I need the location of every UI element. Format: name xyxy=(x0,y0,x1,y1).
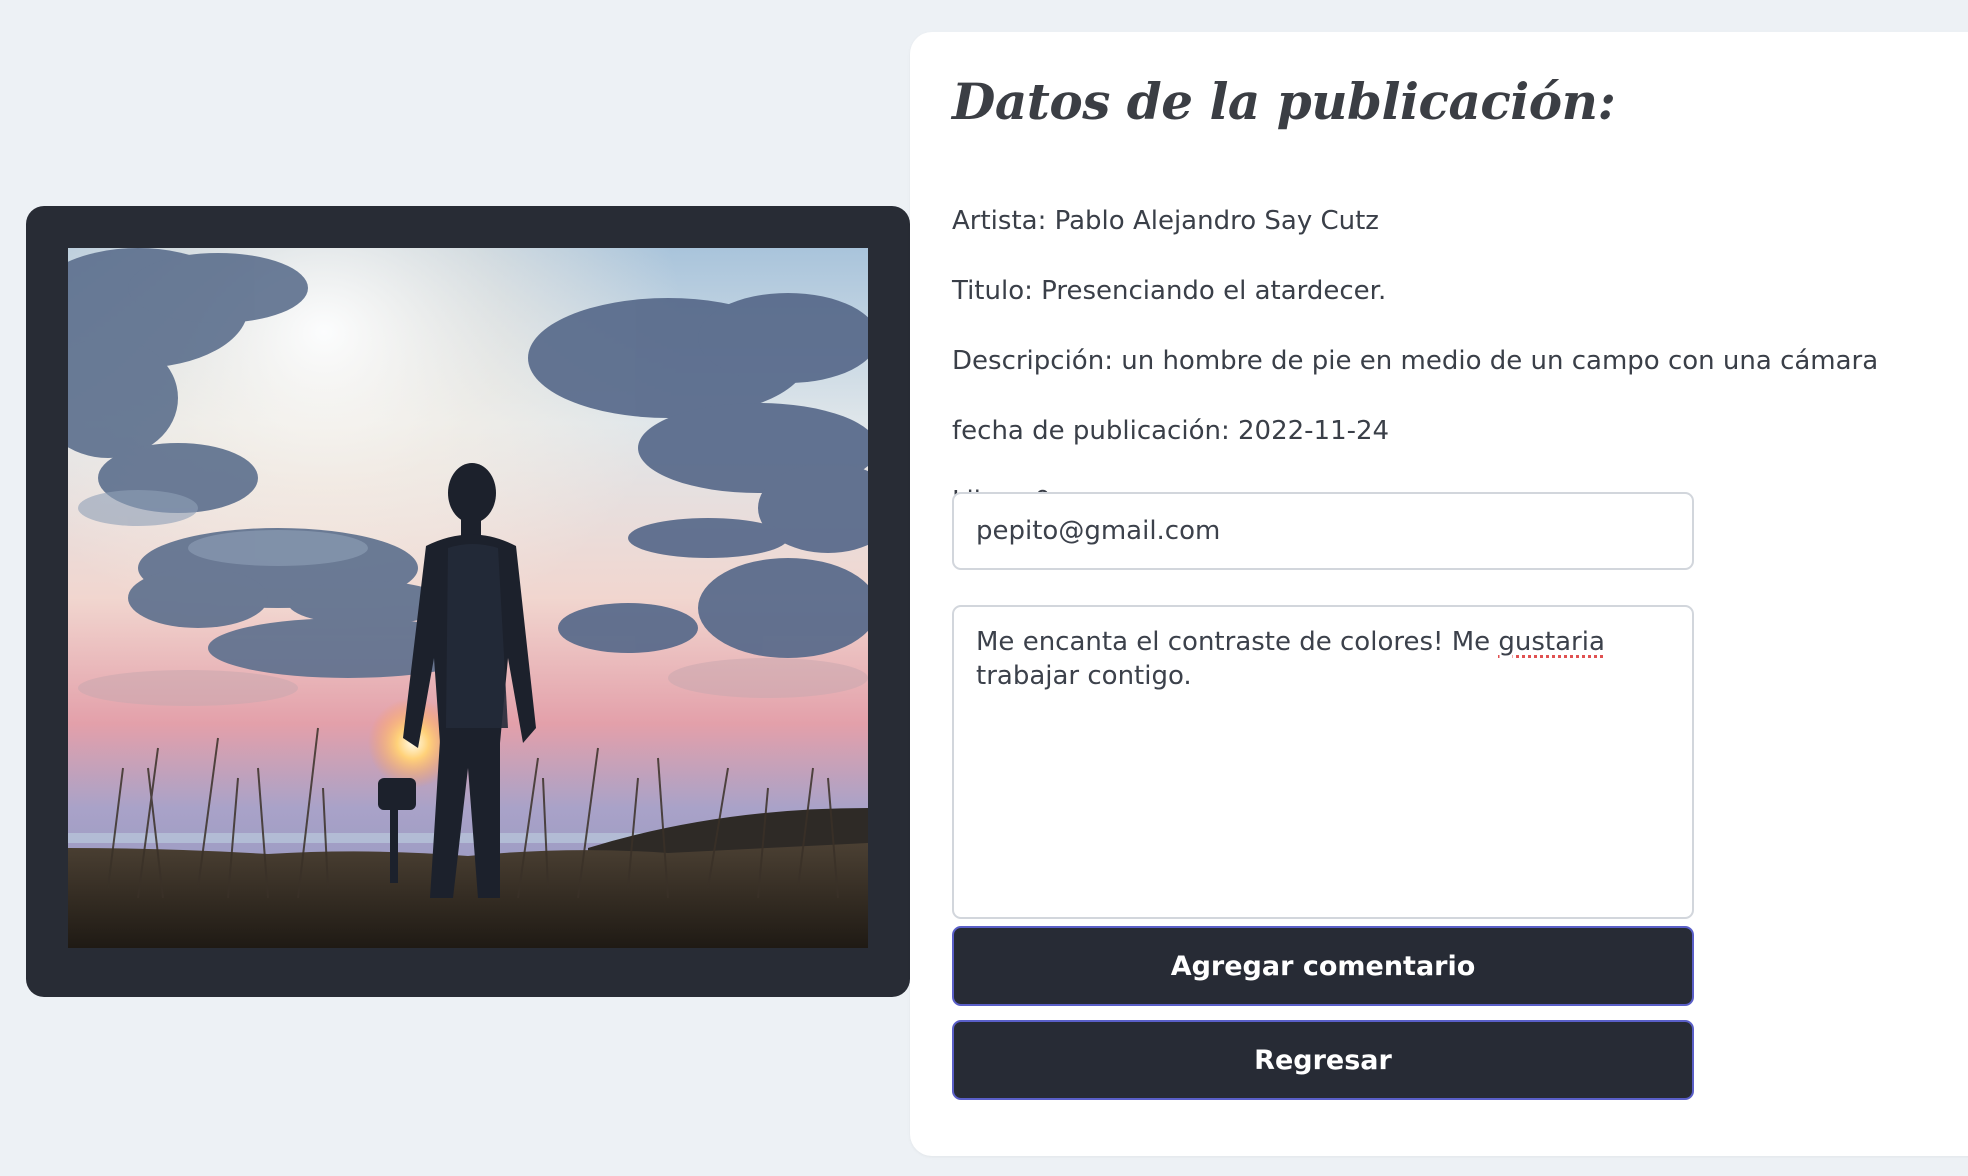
work-title-label: Titulo xyxy=(952,276,1041,306)
comment-textarea[interactable]: Me encanta el contraste de colores! Me g… xyxy=(952,605,1694,919)
description-line: Descripciónun hombre de pie en medio de … xyxy=(952,344,1878,378)
publication-photo xyxy=(68,248,868,948)
artist-label: Artista xyxy=(952,206,1055,236)
image-frame xyxy=(26,206,910,997)
published-date-value: 2022-11-24 xyxy=(1237,416,1390,446)
description-value: un hombre de pie en medio de un campo co… xyxy=(1121,346,1879,376)
email-field[interactable] xyxy=(952,492,1694,570)
published-date-line: fecha de publicación2022-11-24 xyxy=(952,414,1389,448)
add-comment-button[interactable]: Agregar comentario xyxy=(952,926,1694,1006)
details-title: Datos de la publicación: xyxy=(952,72,1616,131)
published-date-label: fecha de publicación xyxy=(952,416,1238,446)
title-line: TituloPresenciando el atardecer. xyxy=(952,274,1386,308)
artist-line: ArtistaPablo Alejandro Say Cutz xyxy=(952,204,1379,238)
spellcheck-word: gustaria xyxy=(1498,627,1605,657)
description-label: Descripción xyxy=(952,346,1121,376)
back-button[interactable]: Regresar xyxy=(952,1020,1694,1100)
publication-details-card: Datos de la publicación: ArtistaPablo Al… xyxy=(910,32,1968,1156)
artist-value: Pablo Alejandro Say Cutz xyxy=(1054,206,1379,236)
work-title-value: Presenciando el atardecer. xyxy=(1041,276,1387,306)
comment-text-start: Me encanta el contraste de colores! Me xyxy=(976,627,1499,657)
